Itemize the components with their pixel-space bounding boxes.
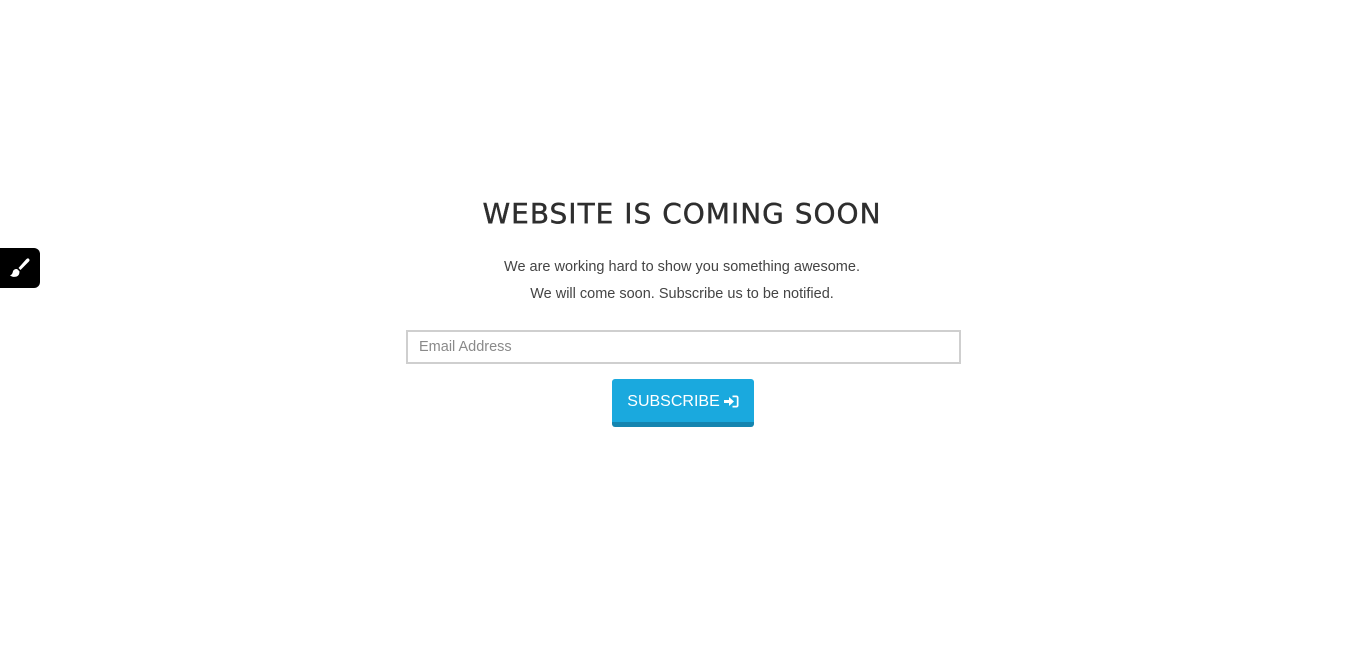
page-title: WEBSITE IS COMING SOON — [482, 197, 882, 230]
subscribe-button[interactable]: SUBSCRIBE — [612, 379, 754, 427]
subscribe-button-label: SUBSCRIBE — [627, 392, 720, 410]
sign-in-icon — [723, 395, 739, 408]
subtitle-line-2: We will come soon. Subscribe us to be no… — [530, 286, 834, 302]
subtitle-line-1: We are working hard to show you somethin… — [504, 259, 860, 275]
email-field[interactable] — [406, 330, 961, 364]
